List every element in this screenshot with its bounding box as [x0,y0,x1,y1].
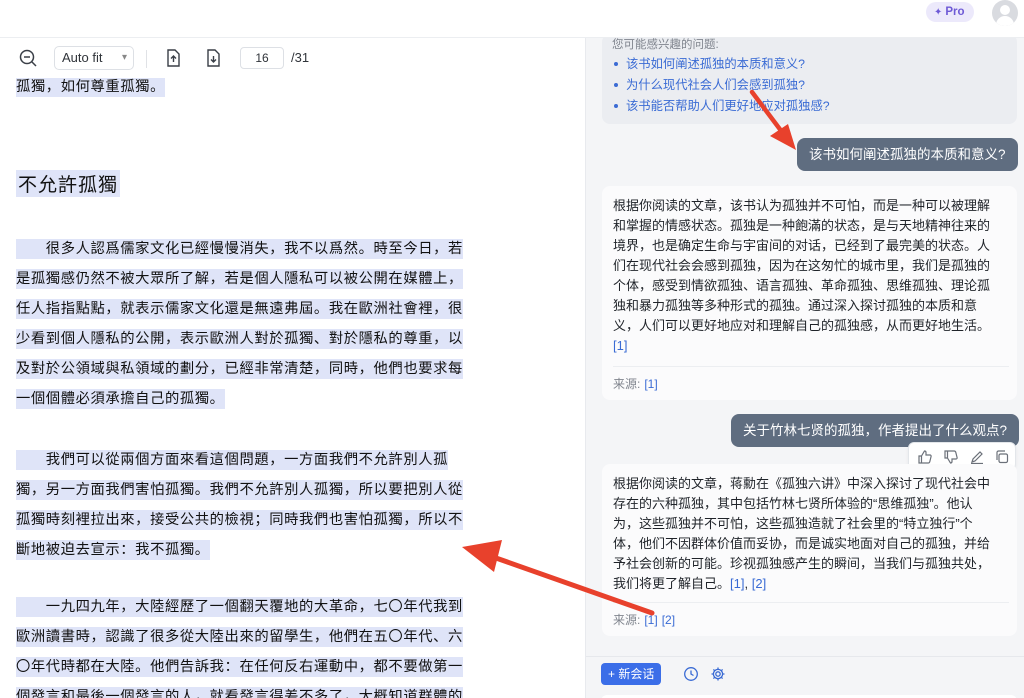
pdf-paragraph: 孤獨，如何尊重孤獨。 [16,78,476,102]
pdf-line: 是孤獨感仍然不被大眾所了解，若是個人隱私可以被公開在媒體上， [16,269,463,289]
settings-gear-icon[interactable] [710,666,726,682]
source-link[interactable]: [2] [662,613,675,627]
copy-icon[interactable] [994,449,1010,465]
pdf-line: 少看到個人隱私的公開，表示歐洲人對於孤獨、對於隱私的尊重，以 [16,329,463,349]
page-number-input[interactable]: 16 [240,47,284,69]
pdf-line: 任人指指點點，就表示儒家文化還是無遠弗屆。我在歐洲社會裡，很 [16,299,463,319]
pdf-line: 孤獨時刻裡拉出來，接受公共的檢視；同時我們也害怕孤獨，所以不 [16,510,463,530]
thumbs-down-icon[interactable] [943,449,959,465]
pdf-paragraph: 一九四九年，大陸經歷了一個翻天覆地的大革命，七〇年代我到 歐洲讀書時，認識了很多… [16,592,476,698]
source-link[interactable]: [1] [644,377,657,391]
assistant-answer: 根据你阅读的文章，该书认为孤独并不可怕，而是一种可以被理解 和掌握的情感状态。孤… [602,186,1017,400]
pro-label: Pro [945,6,965,18]
zoom-select[interactable]: Auto fit ▾ [54,46,134,70]
pdf-line: 一個個體必須承擔自己的孤獨。 [16,389,225,409]
citation-link[interactable]: [1] [613,338,627,353]
source-divider [613,602,1009,603]
new-chat-button[interactable]: + 新会话 [601,663,662,685]
pdf-line: 斷地被迫去宣示：我不孤獨。 [16,540,210,560]
suggested-questions: 您可能感兴趣的问题: 该书如何阐述孤独的本质和意义? 为什么现代社会人们会感到孤… [602,38,1017,124]
chevron-down-icon: ▾ [121,52,127,63]
pdf-line: 孤獨，如何尊重孤獨。 [16,78,165,97]
assistant-answer: 根据你阅读的文章，蒋勳在《孤独六讲》中深入探讨了现代社会中 存在的六种孤独，其中… [602,464,1017,636]
answer-text: 根据你阅读的文章，该书认为孤独并不可怕，而是一种可以被理解 和掌握的情感状态。孤… [613,198,991,353]
answer-text: 根据你阅读的文章，蒋勳在《孤独六讲》中深入探讨了现代社会中 存在的六种孤独，其中… [613,476,991,591]
chat-panel: 您可能感兴趣的问题: 该书如何阐述孤独的本质和意义? 为什么现代社会人们会感到孤… [586,38,1024,698]
suggest-list: 该书如何阐述孤独的本质和意义? 为什么现代社会人们会感到孤独? 该书能否帮助人们… [612,54,830,117]
zoom-value: Auto fit [62,50,103,65]
pdf-toolbar: Auto fit ▾ 16 /31 [0,38,585,78]
next-page-icon[interactable] [203,48,223,68]
pdf-paragraph: 很多人認爲儒家文化已經慢慢消失，我不以爲然。時至今日，若 是孤獨感仍然不被大眾所… [16,234,476,414]
pro-badge[interactable]: ✦ Pro [926,2,974,22]
citation-link[interactable]: [1] [730,576,744,591]
citation-link[interactable]: [2] [752,576,766,591]
suggest-title: 您可能感兴趣的问题: [612,39,719,51]
prev-page-icon[interactable] [163,48,183,68]
toolbar-divider [146,50,147,68]
pdf-paragraph: 我們可以從兩個方面來看這個問題，一方面我們不允許別人孤 獨，另一方面我們害怕孤獨… [16,445,476,565]
thumbs-up-icon[interactable] [917,449,933,465]
pdf-line: 及對於公領域與私領域的劃分，已經非常清楚，同時，他們也要求每 [16,359,463,379]
zoom-out-icon[interactable] [18,48,38,68]
sparkle-icon: ✦ [934,7,943,18]
pdf-line: 〇年代時都在大陸。他們告訴我：在任何反右運動中，都不要做第一 [16,657,463,677]
page-total: /31 [291,50,310,65]
pdf-line: 很多人認爲儒家文化已經慢慢消失，我不以爲然。時至今日，若 [16,239,463,259]
pdf-heading: 不允許孤獨 [16,170,121,197]
source-row: 来源: [1] [613,377,658,391]
history-icon[interactable] [683,666,699,682]
user-avatar[interactable] [992,0,1018,26]
pdf-viewer[interactable]: 孤獨，如何尊重孤獨。 不允許孤獨 很多人認爲儒家文化已經慢慢消失，我不以爲然。時… [0,78,585,698]
pdf-line: 獨，另一方面我們害怕孤獨。我們不允許別人孤獨，所以要把別人從 [16,480,463,500]
edit-icon[interactable] [969,449,985,465]
pdf-line: 歐洲讀書時，認識了很多從大陸出來的留學生，他們在五〇年代、六 [16,627,463,647]
suggestion-link[interactable]: 为什么现代社会人们会感到孤独? [612,75,830,96]
pdf-line: 個發言和最後一個發言的人，就看發言得差不多了，大概知道群體的 [16,687,463,698]
source-row: 来源: [1] [2] [613,613,676,627]
suggestion-link[interactable]: 该书能否帮助人们更好地应对孤独感? [612,96,830,117]
source-link[interactable]: [1] [644,613,657,627]
source-divider [613,366,1009,367]
user-question-bubble: 该书如何阐述孤独的本质和意义? [797,138,1018,171]
top-bar: ✦ Pro [0,0,1024,38]
pdf-line: 我們可以從兩個方面來看這個問題，一方面我們不允許別人孤 [16,450,449,470]
pdf-line: 一九四九年，大陸經歷了一個翻天覆地的大革命，七〇年代我到 [16,597,463,617]
chat-bottom-bar: + 新会话 [586,656,1024,698]
suggestion-link[interactable]: 该书如何阐述孤独的本质和意义? [612,54,830,75]
